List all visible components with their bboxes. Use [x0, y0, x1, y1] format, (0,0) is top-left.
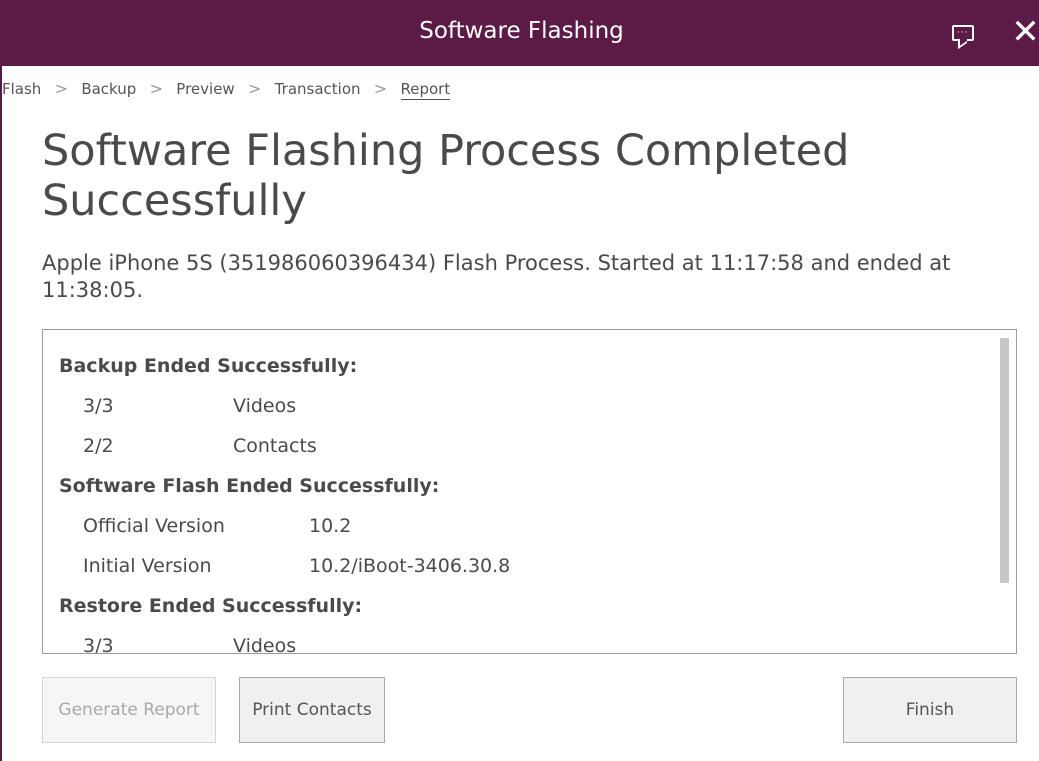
- breadcrumb-item-report[interactable]: Report: [400, 80, 451, 100]
- flash-value: 10.2: [309, 515, 352, 537]
- report-scrollbar[interactable]: [1000, 338, 1009, 583]
- breadcrumb-item-transaction[interactable]: Transaction: [275, 80, 361, 98]
- feedback-icon[interactable]: ···: [952, 25, 974, 41]
- report-content: Backup Ended Successfully: 3/3 Videos 2/2…: [59, 352, 979, 654]
- close-icon[interactable]: ✕: [1010, 14, 1039, 50]
- list-item: 3/3 Videos: [59, 392, 979, 432]
- breadcrumb-separator: >: [373, 79, 388, 98]
- title-bar: Software Flashing ··· ✕: [2, 0, 1039, 66]
- breadcrumb-separator: >: [247, 79, 262, 98]
- print-contacts-button[interactable]: Print Contacts: [239, 677, 385, 743]
- list-item: Official Version 10.2: [59, 512, 979, 552]
- report-panel[interactable]: Backup Ended Successfully: 3/3 Videos 2/2…: [42, 329, 1017, 654]
- breadcrumb: Flash > Backup > Preview > Transaction > Report: [2, 79, 451, 101]
- breadcrumb-separator: >: [54, 79, 69, 98]
- breadcrumb-item-preview[interactable]: Preview: [176, 80, 234, 98]
- restore-label: Videos: [233, 635, 297, 654]
- flash-label: Official Version: [83, 515, 225, 537]
- app-window: Software Flashing ··· ✕ Flash > Backup > Pre…: [0, 0, 1039, 761]
- finish-button[interactable]: Finish: [843, 677, 1017, 743]
- backup-label: Contacts: [233, 435, 317, 457]
- generate-report-button[interactable]: Generate Report: [42, 677, 216, 743]
- process-summary: Apple iPhone 5S (351986060396434) Flash …: [42, 251, 951, 302]
- restore-count: 3/3: [83, 635, 114, 654]
- backup-count: 3/3: [83, 395, 114, 417]
- restore-section-title: Restore Ended Successfully:: [59, 595, 363, 617]
- list-item: 2/2 Contacts: [59, 432, 979, 472]
- window-title: Software Flashing: [419, 18, 624, 44]
- flash-section-title: Software Flash Ended Successfully:: [59, 475, 440, 497]
- backup-label: Videos: [233, 395, 297, 417]
- backup-count: 2/2: [83, 435, 114, 457]
- list-item: 3/3 Videos: [59, 632, 979, 654]
- flash-value: 10.2/iBoot-3406.30.8: [309, 555, 511, 577]
- list-item: Initial Version 10.2/iBoot-3406.30.8: [59, 552, 979, 592]
- flash-label: Initial Version: [83, 555, 212, 577]
- page-title: Software Flashing Process Completed Succ…: [42, 126, 850, 226]
- breadcrumb-item-backup[interactable]: Backup: [81, 80, 136, 98]
- breadcrumb-item-flash[interactable]: Flash: [2, 80, 41, 98]
- backup-section-title: Backup Ended Successfully:: [59, 355, 358, 377]
- breadcrumb-separator: >: [149, 79, 163, 98]
